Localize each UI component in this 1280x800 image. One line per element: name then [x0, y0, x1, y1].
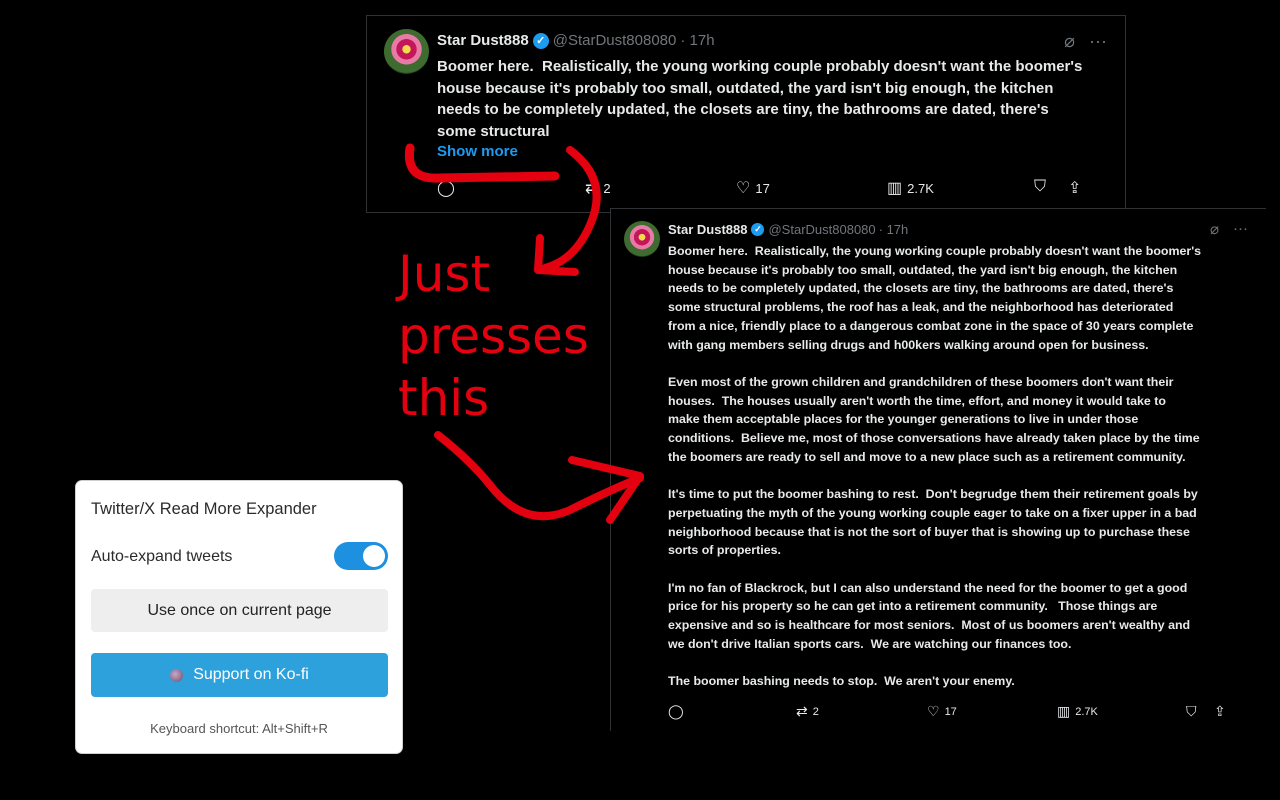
bookmark-icon: ⛉ [1186, 703, 1197, 719]
verified-icon: ✓ [751, 223, 765, 236]
like-button[interactable]: ♡ 17 [736, 178, 770, 198]
tweet-time[interactable]: · 17h [680, 32, 714, 49]
retweet-icon: ⇄ [796, 703, 808, 719]
kofi-icon [170, 668, 184, 682]
bookmark-button[interactable]: ⛉ [1034, 178, 1046, 196]
view-count: 2.7K [1075, 705, 1098, 718]
more-icon[interactable]: ··· [1233, 220, 1248, 238]
reply-button[interactable]: ◯ [668, 703, 684, 720]
author-name[interactable]: Star Dust888 [437, 32, 529, 49]
tweet-text: Boomer here. Realistically, the young wo… [437, 58, 1083, 140]
extension-popup: Twitter/X Read More Expander Auto-expand… [75, 480, 403, 754]
reply-icon: ◯ [668, 703, 684, 719]
grok-icon[interactable]: ⌀ [1210, 220, 1219, 238]
author-handle[interactable]: @StarDust808080 [553, 32, 677, 49]
use-once-button[interactable]: Use once on current page [91, 589, 388, 632]
tweet-collapsed: Star Dust888 ✓ @StarDust808080 · 17h ⌀ ·… [366, 15, 1126, 213]
retweet-button[interactable]: ⇄ 2 [796, 703, 819, 720]
tweet-header: Star Dust888 ✓ @StarDust808080 · 17h [668, 222, 908, 237]
show-more-link[interactable]: Show more [437, 143, 518, 160]
views-icon: ▥ [1057, 703, 1071, 719]
retweet-count: 2 [603, 180, 611, 196]
avatar[interactable] [384, 29, 429, 74]
auto-expand-label: Auto-expand tweets [91, 548, 233, 565]
like-button[interactable]: ♡ 17 [927, 703, 957, 720]
annotation-text: Just presses this [398, 245, 589, 427]
retweet-count: 2 [812, 705, 819, 718]
toggle-knob [363, 545, 385, 567]
like-count: 17 [944, 705, 957, 718]
views-icon: ▥ [887, 180, 903, 197]
share-icon: ⇪ [1214, 703, 1226, 719]
tweet-time[interactable]: · 17h [879, 222, 909, 237]
support-label: Support on Ko-fi [193, 666, 309, 683]
like-count: 17 [755, 180, 770, 196]
retweet-icon: ⇄ [585, 180, 599, 197]
grok-icon[interactable]: ⌀ [1064, 31, 1075, 52]
views-button[interactable]: ▥ 2.7K [1057, 703, 1098, 720]
share-icon: ⇪ [1068, 180, 1082, 197]
share-button[interactable]: ⇪ [1214, 703, 1226, 720]
author-handle[interactable]: @StarDust808080 [768, 222, 875, 237]
tweet-expanded: Star Dust888 ✓ @StarDust808080 · 17h ⌀ ·… [610, 208, 1266, 731]
popup-title: Twitter/X Read More Expander [91, 500, 317, 518]
verified-icon: ✓ [532, 32, 549, 49]
bookmark-button[interactable]: ⛉ [1186, 703, 1197, 720]
bookmark-icon: ⛉ [1034, 178, 1047, 195]
keyboard-shortcut-text: Keyboard shortcut: Alt+Shift+R [150, 721, 328, 736]
reply-button[interactable]: ◯ [437, 178, 455, 198]
share-button[interactable]: ⇪ [1068, 178, 1081, 198]
more-icon[interactable]: ··· [1089, 31, 1107, 52]
tweet-header: Star Dust888 ✓ @StarDust808080 · 17h [437, 32, 715, 49]
views-button[interactable]: ▥ 2.7K [887, 178, 934, 198]
view-count: 2.7K [907, 180, 934, 196]
retweet-button[interactable]: ⇄ 2 [585, 178, 611, 198]
like-icon: ♡ [736, 180, 751, 197]
avatar[interactable] [624, 221, 660, 257]
author-name[interactable]: Star Dust888 [668, 222, 747, 237]
tweet-text: Boomer here. Realistically, the young wo… [668, 244, 1202, 689]
support-kofi-button[interactable]: Support on Ko-fi [91, 653, 388, 697]
like-icon: ♡ [927, 703, 940, 719]
reply-icon: ◯ [437, 180, 455, 197]
auto-expand-toggle[interactable] [334, 542, 388, 570]
